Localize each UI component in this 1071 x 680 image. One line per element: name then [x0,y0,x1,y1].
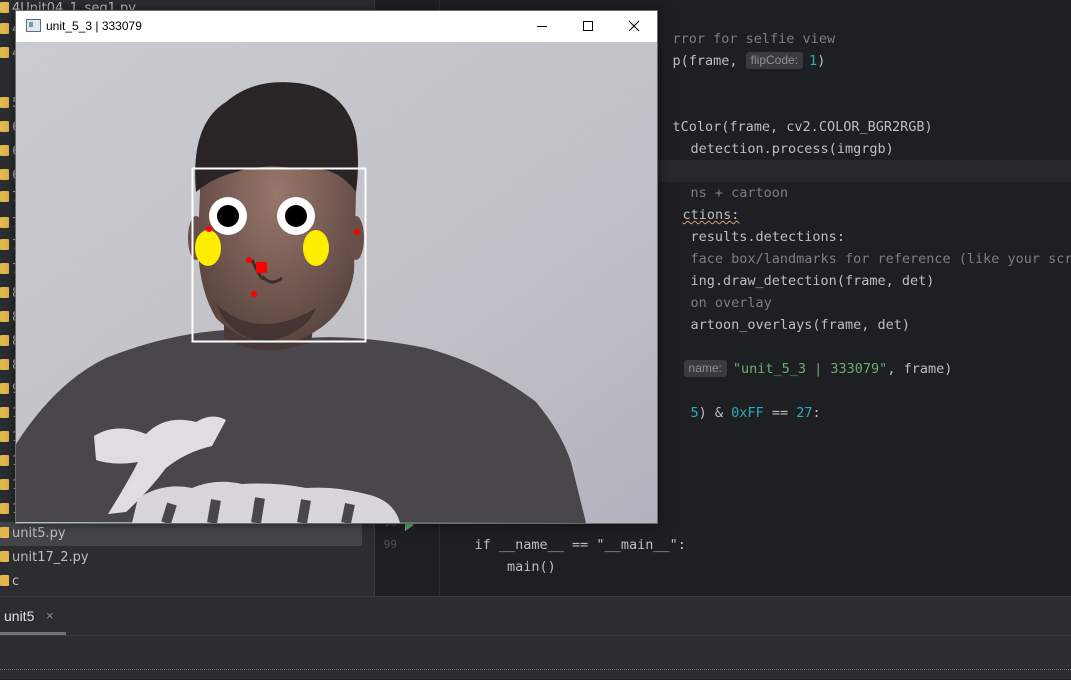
code-line[interactable]: ctions: [650,182,740,223]
code-line[interactable]: face box/landmarks for reference (like y… [658,226,1071,267]
python-file-icon [0,217,9,228]
parameter-hint: flipCode: [745,52,804,69]
code-line[interactable]: on overlay [658,270,772,311]
right-ear [348,216,364,260]
close-button[interactable] [611,11,657,42]
webcam-image [16,42,657,523]
code-string: "unit_5_3 | 333079" [732,361,888,377]
code-number: 27 [796,405,813,421]
opencv-window[interactable]: unit_5_3 | 333079 [15,10,658,524]
window-titlebar[interactable]: unit_5_3 | 333079 [16,11,657,42]
python-file-icon [0,575,9,586]
code-text: , frame) [887,361,953,377]
close-icon [628,20,640,32]
parameter-hint: name: [683,360,727,377]
code-line[interactable]: ns + cartoon [658,160,789,201]
code-line[interactable]: 5) & 0xFF == 27: [658,380,821,421]
close-tab-icon[interactable]: × [46,597,54,635]
landmark-right-ear [354,229,360,235]
python-file-icon [0,335,9,346]
landmark-nose-left [246,257,252,263]
right-cartoon-eye [277,197,315,235]
line-number: 99 [383,538,397,551]
code-text: detection.process(imgrgb) [690,141,894,157]
python-file-icon [0,503,9,514]
python-file-icon [0,97,9,108]
console-output[interactable] [0,669,1071,680]
code-text: ) & [698,405,732,421]
minimize-button[interactable] [519,11,565,42]
python-file-icon [0,479,9,490]
python-file-icon [0,527,9,538]
photo-scene [16,42,657,523]
python-file-icon [0,431,9,442]
code-line[interactable]: detection.process(imgrgb) [658,116,894,157]
python-file-icon [0,263,9,274]
right-cheek-blush [303,230,329,266]
run-tab-unit5[interactable]: unit5 × [0,597,66,635]
python-file-icon [0,2,9,13]
python-file-icon [0,407,9,418]
python-file-icon [0,311,9,322]
run-tool-window: unit5 × [0,596,1071,679]
code-line[interactable]: main() [442,534,556,575]
maximize-button[interactable] [565,11,611,42]
code-text: p(frame, [672,53,746,69]
python-file-icon [0,145,9,156]
code-number: 0xFF [731,405,764,421]
code-line[interactable]: p(frame, flipCode: 1) [640,28,825,69]
project-file-item[interactable]: unit5.py [0,522,362,546]
code-text: ) [817,53,826,69]
landmark-mouth [251,291,257,297]
python-file-icon [0,359,9,370]
python-file-icon [0,23,9,34]
python-file-icon [0,169,9,180]
python-file-icon [0,239,9,250]
python-file-icon [0,455,9,466]
python-file-icon [0,191,9,202]
left-cartoon-eye [209,197,247,235]
project-file-label: c [12,574,20,589]
code-line[interactable]: ing.draw_detection(frame, det) [658,248,935,289]
project-file-label: unit5.py [12,526,66,541]
code-line[interactable]: name: "unit_5_3 | 333079", frame) [651,336,952,377]
code-number: 1 [809,53,818,69]
landmark-left-eye [206,226,212,232]
code-text: artoon_overlays(frame, det) [690,317,910,333]
code-line[interactable]: rror for selfie view [640,6,836,47]
left-cheek-blush [195,230,221,266]
python-file-icon [0,287,9,298]
run-panel-separator [0,635,1071,636]
run-tab-label: unit5 [4,608,35,624]
app-icon [26,19,41,32]
code-text: : [812,405,821,421]
minimize-icon [537,26,547,27]
code-line[interactable]: results.detections: [658,204,845,245]
python-file-icon [0,551,9,562]
python-file-icon [0,121,9,132]
code-number: 5 [690,405,699,421]
project-file-label: unit17_2.py [12,550,89,565]
window-title: unit_5_3 | 333079 [46,19,142,33]
project-file-item[interactable]: c [0,570,19,594]
maximize-icon [583,21,593,31]
camera-frame[interactable] [16,42,657,523]
code-line[interactable]: tColor(frame, cv2.COLOR_BGR2RGB) [640,94,933,135]
code-text: main() [474,559,556,575]
cartoon-nose [256,262,267,273]
project-file-item[interactable]: unit17_2.py [0,546,89,570]
python-file-icon [0,383,9,394]
code-text: == [763,405,797,421]
python-file-icon [0,47,9,58]
code-line[interactable]: artoon_overlays(frame, det) [658,292,910,333]
